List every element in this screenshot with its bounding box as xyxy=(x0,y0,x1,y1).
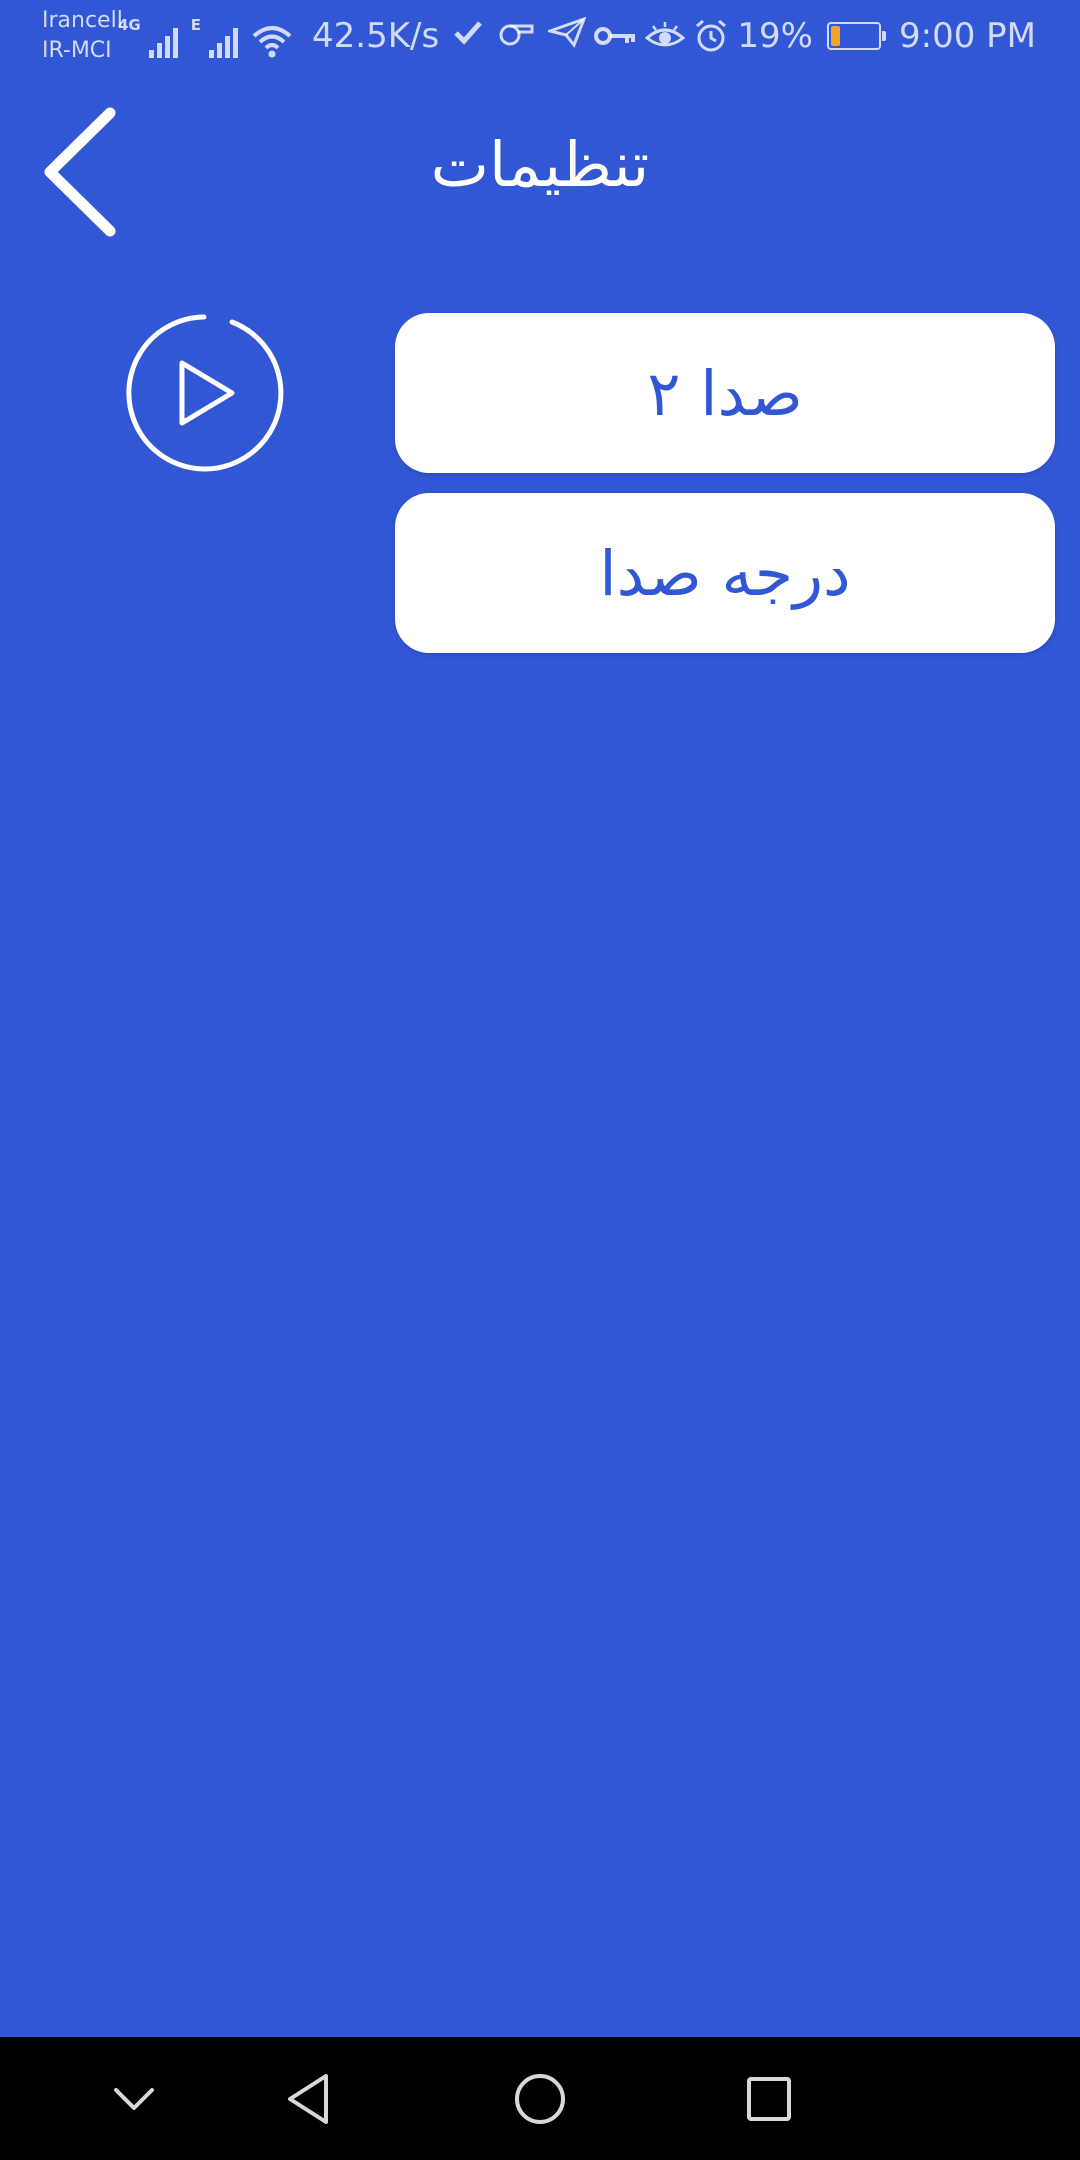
nav-recents-button[interactable] xyxy=(733,2063,805,2135)
system-nav-bar xyxy=(0,2037,1080,2160)
network-speed: 42.5K/s xyxy=(312,16,440,56)
alarm-icon xyxy=(696,19,727,52)
carrier-secondary: IR-MCI xyxy=(42,38,112,63)
signal-icon xyxy=(209,28,238,58)
signal-icon xyxy=(148,28,178,58)
notification-icons xyxy=(452,16,586,48)
whistle-icon xyxy=(499,24,534,46)
back-button[interactable] xyxy=(30,102,130,242)
carrier-info: Irancell IR-MCI xyxy=(42,6,123,66)
nav-back-button[interactable] xyxy=(272,2063,344,2135)
battery-level-fill xyxy=(831,26,840,46)
clock-time: 9:00 PM xyxy=(899,16,1036,56)
eye-icon xyxy=(645,22,686,47)
nav-home-button[interactable] xyxy=(504,2063,576,2135)
status-bar: Irancell IR-MCI 4G E 42.5K/s 19% 9:00 PM xyxy=(0,0,1080,70)
battery-icon xyxy=(827,22,886,50)
wifi-icon xyxy=(252,26,292,58)
telegram-icon xyxy=(548,16,586,48)
recents-square-icon xyxy=(747,2077,791,2121)
page-title: تنظیمات xyxy=(430,128,650,201)
menu-item-sound-2[interactable]: صدا ۲ xyxy=(395,313,1055,473)
menu-item-volume-level[interactable]: درجه صدا xyxy=(395,493,1055,653)
key-icon xyxy=(594,27,636,45)
check-icon xyxy=(454,21,482,45)
network-type-secondary: E xyxy=(190,16,201,34)
nav-hide-button[interactable] xyxy=(98,2063,170,2135)
menu-item-label: درجه صدا xyxy=(599,536,851,610)
play-button[interactable] xyxy=(124,313,284,473)
back-triangle-icon xyxy=(288,2074,328,2124)
play-circle-icon xyxy=(126,314,284,472)
carrier-primary: Irancell xyxy=(42,8,123,33)
network-type: 4G xyxy=(118,16,141,34)
home-circle-icon xyxy=(515,2074,565,2124)
battery-percent: 19% xyxy=(737,16,813,56)
status-right: 19% 9:00 PM xyxy=(593,14,1036,58)
chevron-left-icon xyxy=(44,107,116,237)
chevron-down-icon xyxy=(114,2088,154,2110)
menu-item-label: صدا ۲ xyxy=(647,356,803,430)
signal-group: 4G E xyxy=(118,14,293,58)
